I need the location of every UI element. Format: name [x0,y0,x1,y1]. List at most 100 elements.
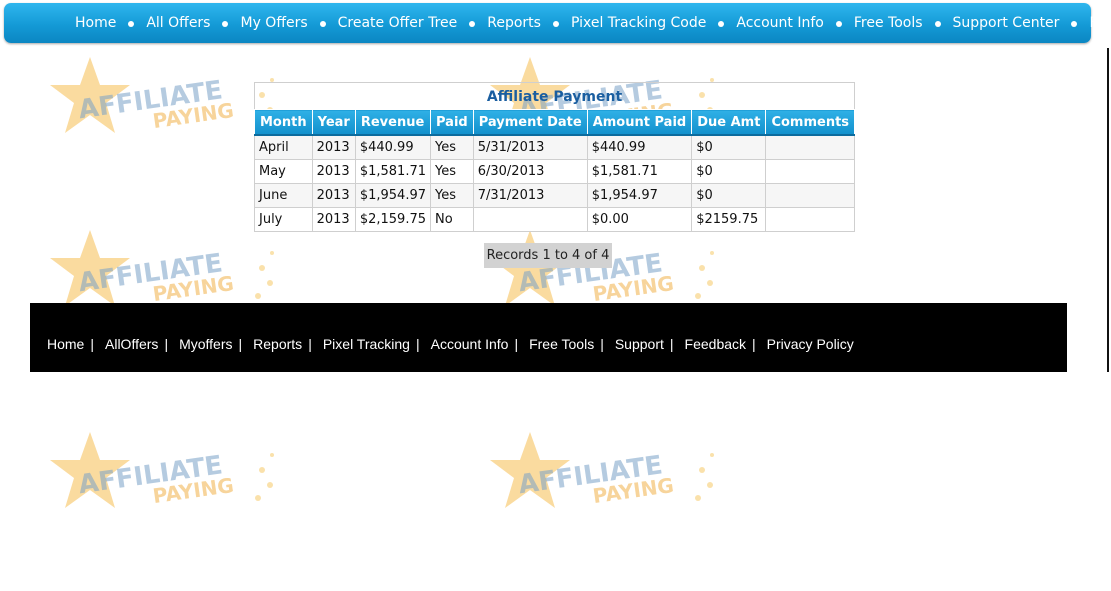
top-nav-item: Pixel Tracking Code [567,15,710,31]
watermark-line1: AFFILIATE [517,450,665,500]
top-nav-link-account-info[interactable]: Account Info [732,15,827,31]
top-nav-link-all-offers[interactable]: All Offers [142,15,214,31]
bullet-icon [1071,21,1078,27]
column-header-paid: Paid [430,109,474,136]
top-nav-item: Account Info [732,15,827,31]
footer-link-account-info[interactable]: Account Info [431,336,509,352]
table-row: May 2013 $1,581.71 Yes 6/30/2013 $1,581.71 $0 [254,159,856,184]
cell-due-amt: $0 [691,183,767,208]
top-nav-bar: Home All Offers My Offers Create Offer Tree… [4,3,1111,43]
bullet-icon [128,21,135,27]
nav-bullet-separator [828,19,850,27]
footer-nav-item: Support | [615,336,685,352]
top-nav-item: Create Offer Tree [334,15,462,31]
table-row: June 2013 $1,954.97 Yes 7/31/2013 $1,954.97 $0 [254,183,856,208]
bullet-icon [835,21,842,27]
footer-nav-item: Myoffers | [179,336,253,352]
footer-link-support[interactable]: Support [615,336,664,352]
watermark-line2: PAYING [591,473,675,508]
cell-month: June [254,183,313,208]
top-nav-link-pixel-tracking-code[interactable]: Pixel Tracking Code [567,15,710,31]
column-header-comments: Comments [765,109,856,136]
bullet-icon [319,21,326,27]
cell-paid: Yes [430,159,474,184]
cell-comments [765,159,856,184]
top-nav-link-free-tools[interactable]: Free Tools [850,15,927,31]
cell-paid: Yes [430,134,474,160]
footer-separator: | [308,336,312,352]
cell-due-amt: $2159.75 [691,207,767,232]
footer-nav-item: Pixel Tracking | [323,336,431,352]
cell-revenue: $440.99 [354,134,432,160]
top-nav-item: Support Center [949,15,1064,31]
footer-link-pixel-tracking[interactable]: Pixel Tracking [323,336,410,352]
watermark-line1: AFFILIATE [77,248,225,298]
watermark-line1: AFFILIATE [77,75,225,125]
top-nav-link-reports[interactable]: Reports [483,15,545,31]
cell-payment-date [472,207,588,232]
bullet-icon [718,21,725,27]
nav-bullet-separator [312,19,334,27]
records-count: Records 1 to 4 of 4 [484,243,612,268]
watermark-logo: AFFILIATEPAYING [490,430,720,520]
footer-link-home[interactable]: Home [47,336,84,352]
cell-amount-paid: $1,581.71 [586,159,693,184]
top-nav-link-create-offer-tree[interactable]: Create Offer Tree [334,15,462,31]
nav-bullet-separator [1063,19,1085,27]
cell-year: 2013 [311,134,356,160]
column-header-payment-date: Payment Date [472,109,588,136]
cell-revenue: $1,581.71 [354,159,432,184]
table-row: July 2013 $2,159.75 No $0.00 $2159.75 [254,207,856,232]
bullet-icon [934,21,941,27]
footer-link-reports[interactable]: Reports [253,336,302,352]
footer: Home | AllOffers | Myoffers | Reports | Pixel Tr… [30,303,1067,372]
cell-amount-paid: $1,954.97 [586,183,693,208]
footer-nav-item: Feedback | [685,336,767,352]
column-header-amount-paid: Amount Paid [586,109,693,136]
column-header-year: Year [311,109,356,136]
right-edge-line [1107,48,1109,372]
footer-link-myoffers[interactable]: Myoffers [179,336,232,352]
watermark-line1: AFFILIATE [77,450,225,500]
footer-nav-item: Reports | [253,336,323,352]
affiliate-payment-table: Affiliate Payment Month Year Revenue Paid Pa… [254,82,856,232]
footer-link-free-tools[interactable]: Free Tools [529,336,594,352]
footer-separator: | [752,336,756,352]
nav-bullet-separator [461,19,483,27]
cell-revenue: $2,159.75 [354,207,432,232]
footer-link-alloffers[interactable]: AllOffers [105,336,158,352]
top-nav-link-my-offers[interactable]: My Offers [236,15,311,31]
nav-bullet-separator [710,19,732,27]
cell-year: 2013 [311,207,356,232]
bullet-icon [469,21,476,27]
cell-payment-date: 5/31/2013 [472,134,588,160]
top-nav-link-home[interactable]: Home [71,15,120,31]
footer-separator: | [164,336,169,352]
cell-comments [765,183,856,208]
top-nav-link-support-center[interactable]: Support Center [949,15,1064,31]
column-header-month: Month [254,109,313,136]
footer-link-privacy-policy[interactable]: Privacy Policy [767,336,854,352]
nav-bullet-separator [120,19,142,27]
table-header-row: Month Year Revenue Paid Payment Date Amount P… [254,109,856,136]
top-nav-list: Home All Offers My Offers Create Offer Tree… [71,3,1111,43]
cell-month: July [254,207,313,232]
footer-nav-item: Home | [47,336,105,352]
cell-payment-date: 7/31/2013 [472,183,588,208]
cell-amount-paid: $440.99 [586,134,693,160]
affiliate-paying-logo-icon: AFFILIATEPAYING [50,432,274,508]
top-nav-item: Feedback [1085,15,1111,31]
bullet-icon [552,21,559,27]
top-nav-link-feedback[interactable]: Feedback [1085,15,1111,31]
cell-payment-date: 6/30/2013 [472,159,588,184]
cell-amount-paid: $0.00 [586,207,693,232]
top-nav-item: Reports [483,15,545,31]
table-row: April 2013 $440.99 Yes 5/31/2013 $440.99 $0 [254,134,856,160]
footer-separator: | [238,336,243,352]
footer-separator: | [669,336,674,352]
nav-bullet-separator [214,19,236,27]
footer-separator: | [415,336,420,352]
cell-year: 2013 [311,183,356,208]
footer-nav-item: Privacy Policy [767,336,854,352]
footer-link-feedback[interactable]: Feedback [685,336,746,352]
